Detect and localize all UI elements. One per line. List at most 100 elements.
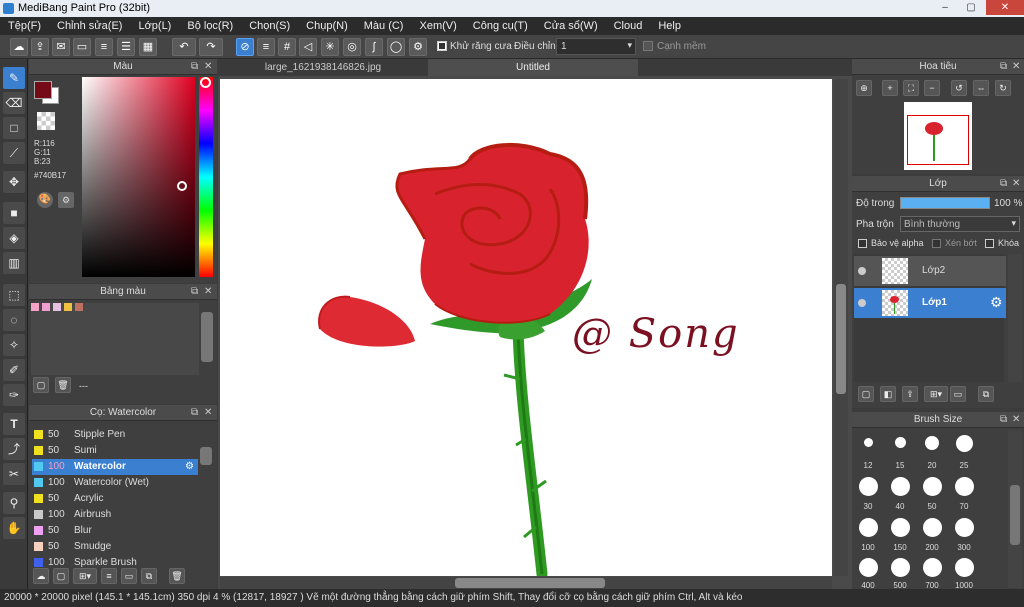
popout-icon[interactable]: ⧉ bbox=[191, 59, 198, 75]
new-layer-icon[interactable]: ▢ bbox=[858, 386, 874, 402]
ellipse-snap-icon[interactable]: ◯ bbox=[387, 38, 405, 56]
document-icon[interactable]: ≡ bbox=[95, 38, 113, 56]
rect-select-icon[interactable]: ⬚ bbox=[3, 284, 25, 306]
color-picker-handle[interactable] bbox=[177, 181, 187, 191]
brush-size-option[interactable]: 400 bbox=[852, 558, 884, 590]
flip-icon[interactable]: ⇔ bbox=[973, 80, 989, 96]
hue-slider-handle[interactable] bbox=[200, 77, 211, 88]
brush-size-option[interactable]: 500 bbox=[884, 558, 916, 590]
select-pen-icon[interactable]: ✐ bbox=[3, 359, 25, 381]
menu-view[interactable]: Xem(V) bbox=[419, 20, 456, 32]
menu-color[interactable]: Màu (C) bbox=[364, 20, 404, 32]
bucket-tool-icon[interactable]: ◈ bbox=[3, 227, 25, 249]
add-brush-dropdown-icon[interactable]: ⊞▾ bbox=[73, 568, 97, 584]
redo-icon[interactable]: ↷ bbox=[199, 38, 223, 56]
blend-mode-select[interactable]: Bình thường ▾ bbox=[900, 216, 1020, 232]
smooth-edge-checkbox[interactable] bbox=[643, 41, 653, 51]
add-palette-icon[interactable]: ▢ bbox=[33, 377, 49, 393]
brush-item[interactable]: 100 Sparkle Brush bbox=[32, 555, 198, 567]
snap-settings-icon[interactable]: ⚙ bbox=[409, 38, 427, 56]
fill-rect-tool-icon[interactable]: ■ bbox=[3, 202, 25, 224]
zoom-in-icon[interactable]: + bbox=[882, 80, 898, 96]
layer-list-scrollbar[interactable] bbox=[1008, 254, 1022, 382]
palette-swatch[interactable] bbox=[42, 303, 50, 311]
actual-size-icon[interactable]: ⛶ bbox=[903, 80, 919, 96]
brush-settings-icon[interactable]: ⚙ bbox=[185, 459, 194, 475]
close-icon[interactable]: ✕ bbox=[204, 284, 212, 300]
menu-file[interactable]: Tệp(F) bbox=[8, 20, 41, 32]
visibility-eye-icon[interactable] bbox=[858, 299, 866, 307]
brush-size-scrollbar[interactable] bbox=[1008, 430, 1022, 588]
rotate-left-icon[interactable]: ↺ bbox=[951, 80, 967, 96]
brush-tool-icon[interactable]: ✎ bbox=[3, 67, 25, 89]
comment-icon[interactable]: ✉ bbox=[52, 38, 70, 56]
menu-window[interactable]: Cửa sổ(W) bbox=[544, 20, 598, 32]
brush-size-option[interactable]: 15 bbox=[884, 437, 916, 470]
menu-tools[interactable]: Công cụ(T) bbox=[473, 20, 528, 32]
brush-item[interactable]: 50 Stipple Pen bbox=[32, 427, 198, 443]
lock-checkbox[interactable] bbox=[985, 239, 994, 248]
palette-icon[interactable]: 🎨 bbox=[37, 192, 53, 208]
popout-icon[interactable]: ⧉ bbox=[1000, 176, 1007, 192]
snap-off-icon[interactable]: ⊘ bbox=[236, 38, 254, 56]
layer-settings-icon[interactable]: ⚙ bbox=[990, 294, 1003, 311]
horizontal-scrollbar[interactable] bbox=[220, 577, 832, 589]
brush-item[interactable]: 50 Blur bbox=[32, 523, 198, 539]
antialias-checkbox[interactable] bbox=[437, 41, 447, 51]
palette-swatch[interactable] bbox=[75, 303, 83, 311]
brush-size-option[interactable]: 200 bbox=[916, 518, 948, 552]
grid-icon[interactable]: ▦ bbox=[139, 38, 157, 56]
delete-brush-icon[interactable]: 🗑 bbox=[169, 568, 185, 584]
navigator-preview[interactable] bbox=[904, 102, 972, 170]
brush-size-option[interactable]: 100 bbox=[852, 518, 884, 552]
magic-wand-icon[interactable]: ✧ bbox=[3, 334, 25, 356]
dot-tool-icon[interactable]: □ bbox=[3, 117, 25, 139]
move-tool-icon[interactable]: ✥ bbox=[3, 171, 25, 193]
hand-tool-icon[interactable]: ✋ bbox=[3, 517, 25, 539]
close-icon[interactable]: ✕ bbox=[1012, 176, 1020, 192]
popout-icon[interactable]: ⧉ bbox=[191, 284, 198, 300]
tab-large-image[interactable]: large_1621938146826.jpg bbox=[218, 59, 428, 76]
brush-list-icon[interactable]: ≡ bbox=[101, 568, 117, 584]
brush-item[interactable]: 50 Acrylic bbox=[32, 491, 198, 507]
brush-size-option[interactable]: 50 bbox=[916, 477, 948, 511]
folder-icon[interactable]: ▭ bbox=[121, 568, 137, 584]
drawing-canvas[interactable]: @ Song bbox=[220, 79, 832, 576]
brush-size-option[interactable]: 700 bbox=[916, 558, 948, 590]
eyedropper-icon[interactable]: ⚲ bbox=[3, 492, 25, 514]
close-icon[interactable]: ✕ bbox=[1012, 59, 1020, 75]
share-icon[interactable]: ⇪ bbox=[31, 38, 49, 56]
divide-tool-icon[interactable]: ✂ bbox=[3, 463, 25, 485]
brush-item[interactable]: 50 Smudge bbox=[32, 539, 198, 555]
curve-snap-icon[interactable]: ∫ bbox=[365, 38, 383, 56]
delete-palette-icon[interactable]: 🗑 bbox=[55, 377, 71, 393]
clipping-checkbox[interactable] bbox=[932, 239, 941, 248]
hue-slider[interactable] bbox=[199, 77, 213, 277]
menu-filter[interactable]: Bộ lọc(R) bbox=[187, 20, 233, 32]
add-layer-dropdown-icon[interactable]: ⊞▾ bbox=[924, 386, 948, 402]
brush-item[interactable]: 100 Airbrush bbox=[32, 507, 198, 523]
tab-untitled[interactable]: Untitled bbox=[428, 59, 638, 76]
brush-list-scrollbar[interactable] bbox=[200, 447, 212, 465]
list-icon[interactable]: ☰ bbox=[117, 38, 135, 56]
parallel-snap-icon[interactable]: ≡ bbox=[257, 38, 275, 56]
palette-swatch[interactable] bbox=[53, 303, 61, 311]
rotate-right-icon[interactable]: ↻ bbox=[995, 80, 1011, 96]
palette-swatch[interactable] bbox=[31, 303, 39, 311]
opacity-slider[interactable] bbox=[900, 197, 990, 209]
popout-icon[interactable]: ⧉ bbox=[1000, 412, 1007, 428]
brush-size-option[interactable]: 40 bbox=[884, 477, 916, 511]
vanishing-point-icon[interactable]: ◁ bbox=[299, 38, 317, 56]
vertical-scrollbar[interactable] bbox=[834, 79, 848, 576]
brush-item[interactable]: 100 Watercolor (Wet) bbox=[32, 475, 198, 491]
eraser-tool-icon[interactable]: ⌫ bbox=[3, 92, 25, 114]
palette-swatch[interactable] bbox=[64, 303, 72, 311]
menu-layer[interactable]: Lớp(L) bbox=[138, 20, 171, 32]
layer-item[interactable]: Lớp2 bbox=[854, 256, 1006, 286]
close-icon[interactable]: ✕ bbox=[204, 405, 212, 421]
brush-size-option[interactable]: 25 bbox=[948, 435, 980, 470]
chat-icon[interactable]: ▭ bbox=[73, 38, 91, 56]
brush-size-option[interactable]: 20 bbox=[916, 436, 948, 470]
close-icon[interactable]: ✕ bbox=[204, 59, 212, 75]
new-layer-half-icon[interactable]: ◧ bbox=[880, 386, 896, 402]
